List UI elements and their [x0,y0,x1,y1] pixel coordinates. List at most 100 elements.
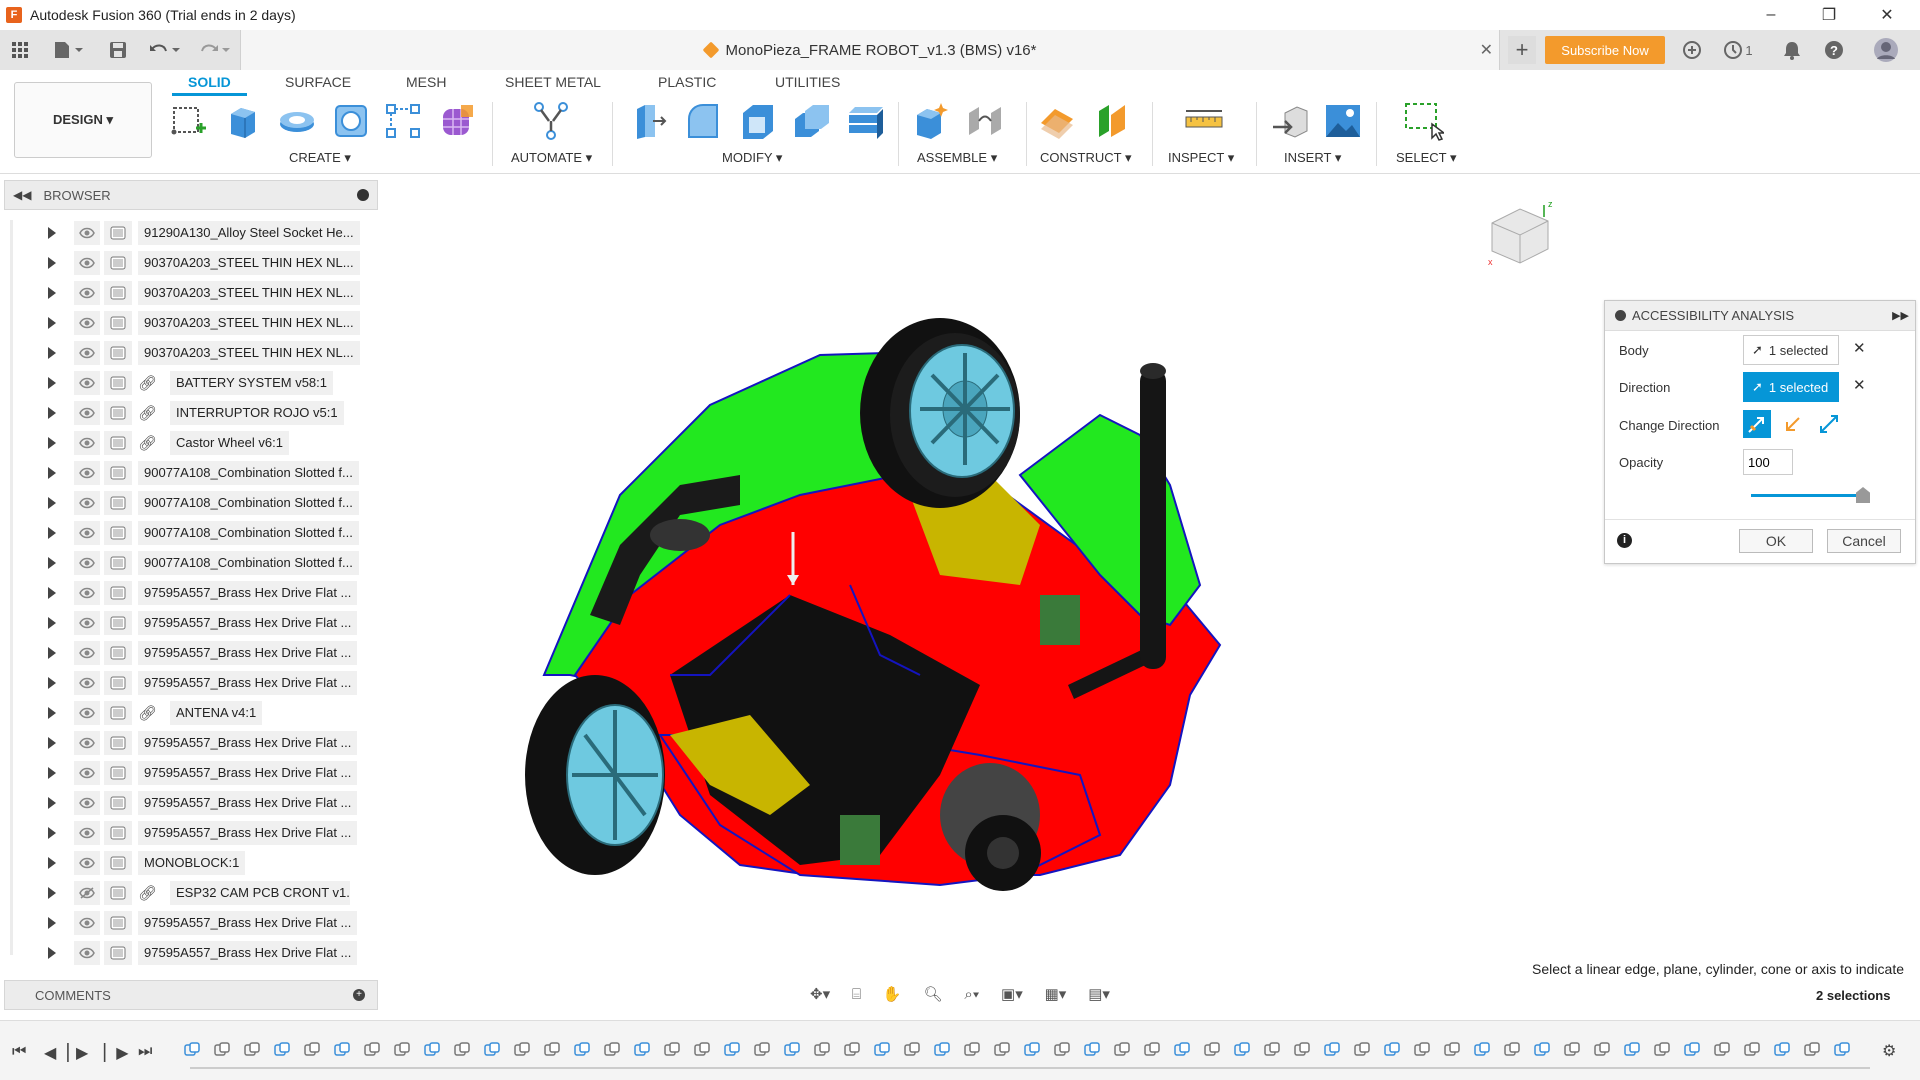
timeline-feature-icon[interactable] [692,1041,712,1059]
tab-solid[interactable]: SOLID [172,74,247,96]
browser-item[interactable]: 97595A557_Brass Hex Drive Flat ... [0,818,380,848]
modify-group-label[interactable]: MODIFY ▾ [722,150,782,166]
browser-item[interactable]: 97595A557_Brass Hex Drive Flat ... [0,728,380,758]
fit-icon[interactable]: ⌕▾ [964,986,979,1003]
automate-icon[interactable] [530,100,572,142]
browser-options-icon[interactable] [357,189,369,201]
user-avatar[interactable] [1872,36,1900,64]
browser-item[interactable]: 97595A557_Brass Hex Drive Flat ... [0,608,380,638]
visibility-eye-icon[interactable] [74,821,100,845]
timeline-feature-icon[interactable] [242,1041,262,1059]
plane-at-angle-icon[interactable] [1092,100,1134,142]
clear-direction-icon[interactable]: ✕ [1853,376,1866,394]
expand-triangle-icon[interactable] [48,407,56,419]
expand-triangle-icon[interactable] [48,857,56,869]
browser-item[interactable]: 🔗︎ ANTENA v4:1 [0,698,380,728]
timeline-feature-icon[interactable] [482,1041,502,1059]
visibility-eye-icon[interactable] [74,941,100,965]
tab-utilities[interactable]: UTILITIES [775,74,840,90]
opacity-slider-thumb[interactable] [1856,487,1870,503]
timeline-feature-icon[interactable] [272,1041,292,1059]
collapse-panel-icon[interactable]: ◀◀ [13,188,31,202]
timeline-feature-icon[interactable] [1052,1041,1072,1059]
create-group-label[interactable]: CREATE ▾ [289,150,351,166]
browser-item[interactable]: 🔗︎ INTERRUPTOR ROJO v5:1 [0,398,380,428]
timeline-feature-icon[interactable] [722,1041,742,1059]
undo-icon[interactable] [146,36,184,64]
browser-item[interactable]: 91290A130_Alloy Steel Socket He... [0,218,380,248]
combine-icon[interactable] [790,100,832,142]
visibility-eye-icon[interactable] [74,761,100,785]
expand-triangle-icon[interactable] [48,917,56,929]
visibility-eye-icon[interactable] [74,461,100,485]
visibility-eye-icon[interactable] [74,611,100,635]
browser-item[interactable]: MONOBLOCK:1 [0,848,380,878]
help-icon[interactable]: ? [1820,36,1848,64]
grid-settings-icon[interactable]: ▦▾ [1045,985,1067,1003]
expand-triangle-icon[interactable] [48,467,56,479]
timeline-feature-icon[interactable] [902,1041,922,1059]
browser-item[interactable]: 97595A557_Brass Hex Drive Flat ... [0,908,380,938]
timeline-feature-icon[interactable] [392,1041,412,1059]
timeline-feature-icon[interactable] [1832,1041,1852,1059]
browser-item[interactable]: 97595A557_Brass Hex Drive Flat ... [0,758,380,788]
go-to-end-icon[interactable]: ⏭ [138,1043,152,1061]
hole-icon[interactable] [330,100,372,142]
timeline-feature-icon[interactable] [1712,1041,1732,1059]
timeline-feature-icon[interactable] [662,1041,682,1059]
timeline-feature-icon[interactable] [1742,1041,1762,1059]
dialog-expand-icon[interactable]: ▶▶ [1892,309,1909,322]
timeline-feature-icon[interactable] [1262,1041,1282,1059]
expand-triangle-icon[interactable] [48,737,56,749]
visibility-eye-icon[interactable] [74,251,100,275]
browser-item[interactable]: 90370A203_STEEL THIN HEX NL... [0,308,380,338]
timeline-feature-icon[interactable] [1562,1041,1582,1059]
visibility-eye-icon[interactable] [74,371,100,395]
timeline-feature-icon[interactable] [1472,1041,1492,1059]
browser-item[interactable]: 97595A557_Brass Hex Drive Flat ... [0,938,380,968]
browser-item[interactable]: 97595A557_Brass Hex Drive Flat ... [0,668,380,698]
timeline-feature-icon[interactable] [1082,1041,1102,1059]
visibility-eye-icon[interactable] [74,341,100,365]
visibility-eye-icon[interactable] [74,911,100,935]
tab-plastic[interactable]: PLASTIC [658,74,716,90]
browser-item[interactable]: 90370A203_STEEL THIN HEX NL... [0,278,380,308]
visibility-eye-icon[interactable] [74,521,100,545]
timeline-feature-icon[interactable] [842,1041,862,1059]
direction-option-2-icon[interactable] [1779,410,1807,438]
expand-triangle-icon[interactable] [48,527,56,539]
expand-triangle-icon[interactable] [48,317,56,329]
timeline-feature-icon[interactable] [992,1041,1012,1059]
visibility-eye-icon[interactable] [74,311,100,335]
timeline-feature-icon[interactable] [572,1041,592,1059]
new-component-icon[interactable] [910,100,952,142]
app-grid-icon[interactable] [6,36,34,64]
timeline-feature-icon[interactable] [512,1041,532,1059]
create-sketch-icon[interactable] [168,100,210,142]
expand-triangle-icon[interactable] [48,497,56,509]
timeline-feature-icon[interactable] [812,1041,832,1059]
timeline-feature-icon[interactable] [1652,1041,1672,1059]
timeline-feature-icon[interactable] [1172,1041,1192,1059]
timeline-feature-icon[interactable] [1232,1041,1252,1059]
visibility-eye-icon[interactable] [74,221,100,245]
visibility-eye-icon[interactable] [74,851,100,875]
fillet-icon[interactable] [682,100,724,142]
timeline-feature-icon[interactable] [1502,1041,1522,1059]
view-cube[interactable]: zx [1482,195,1562,275]
timeline-feature-icon[interactable] [752,1041,772,1059]
split-body-icon[interactable] [844,100,886,142]
extensions-icon[interactable] [1678,36,1706,64]
timeline-feature-icon[interactable] [452,1041,472,1059]
file-menu-icon[interactable] [48,36,88,64]
expand-triangle-icon[interactable] [48,227,56,239]
timeline-feature-icon[interactable] [1802,1041,1822,1059]
construct-group-label[interactable]: CONSTRUCT ▾ [1040,150,1132,166]
timeline-feature-icon[interactable] [632,1041,652,1059]
browser-item[interactable]: 🔗︎ BATTERY SYSTEM v58:1 [0,368,380,398]
visibility-eye-icon[interactable] [74,551,100,575]
timeline-feature-icon[interactable] [1412,1041,1432,1059]
close-window-button[interactable]: ✕ [1858,0,1916,30]
orbit-icon[interactable]: ✥▾ [810,985,830,1003]
comments-panel[interactable]: COMMENTS + [4,980,378,1010]
